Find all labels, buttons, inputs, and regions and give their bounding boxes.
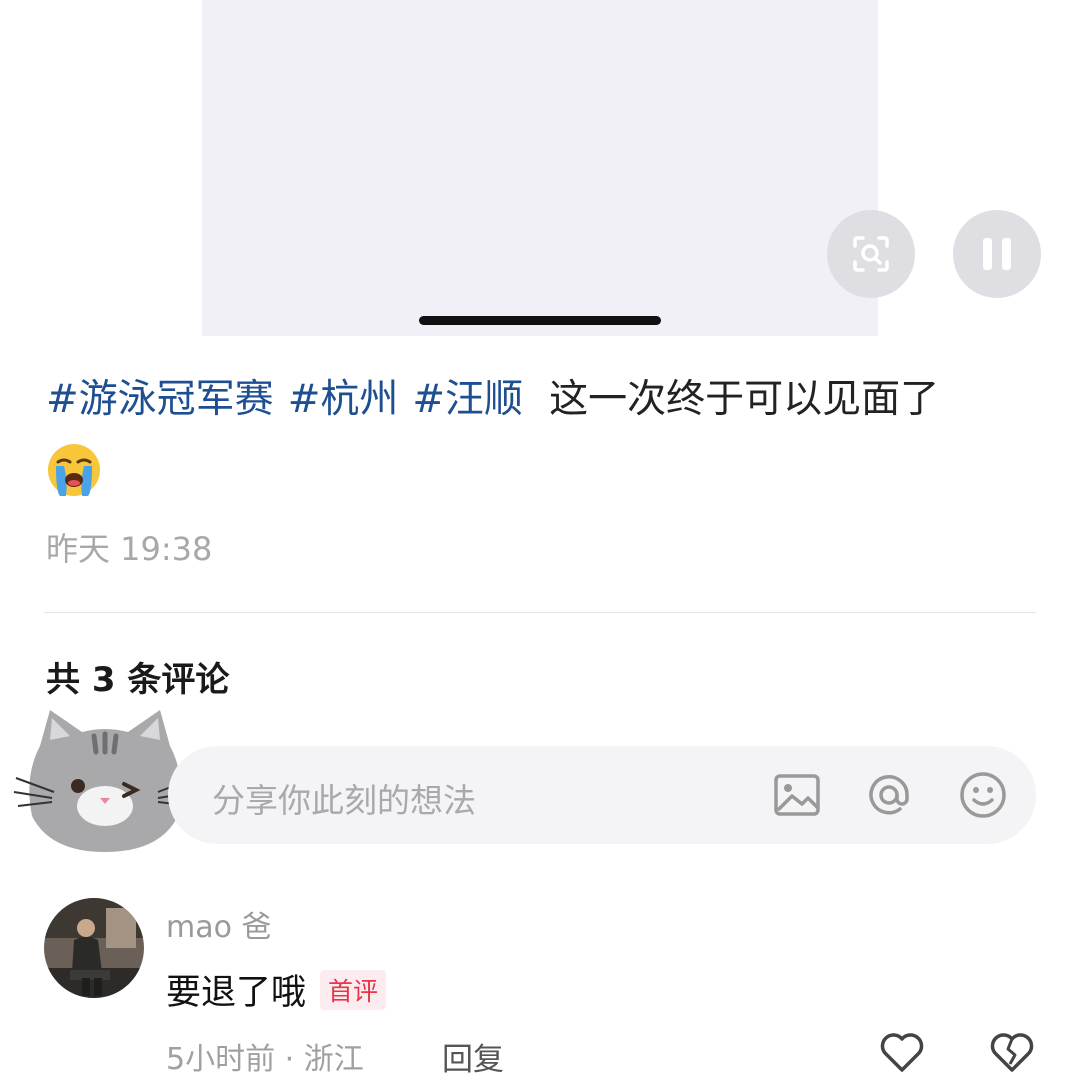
hashtag-link[interactable]: #游泳冠军赛 — [46, 377, 274, 422]
broken-heart-icon[interactable] — [988, 1030, 1036, 1074]
comment-text: 要退了哦 — [166, 973, 307, 1013]
crying-emoji — [46, 442, 1036, 502]
comment-meta: 5小时前 · 浙江 — [166, 1042, 364, 1077]
hashtag-link[interactable]: #汪顺 — [412, 377, 523, 422]
heart-icon[interactable] — [878, 1030, 926, 1074]
home-indicator — [419, 316, 661, 325]
comment-input[interactable]: 分享你此刻的想法 — [168, 746, 1036, 844]
scan-search-icon — [853, 236, 889, 272]
media-preview[interactable] — [202, 0, 878, 336]
image-search-button[interactable] — [827, 210, 915, 298]
divider — [44, 612, 1036, 613]
comment-input-placeholder: 分享你此刻的想法 — [212, 781, 476, 820]
hashtag-link[interactable]: #杭州 — [288, 377, 399, 422]
commenter-avatar[interactable] — [44, 898, 144, 998]
pause-button[interactable] — [953, 210, 1041, 298]
pause-icon — [983, 238, 1011, 270]
commenter-avatar-photo — [44, 898, 144, 998]
comment-count: 共 3 条评论 — [46, 660, 230, 700]
loudly-crying-face-icon — [48, 444, 100, 496]
post-timestamp: 昨天 19:38 — [46, 530, 213, 568]
image-icon[interactable] — [772, 770, 822, 820]
first-comment-badge: 首评 — [320, 969, 387, 1010]
caption-text: 这一次终于可以见面了 — [549, 377, 940, 422]
comment-body: 要退了哦 首评 — [166, 964, 387, 1015]
reply-button[interactable]: 回复 — [442, 1034, 504, 1079]
comment-username[interactable]: mao 爸 — [166, 902, 272, 946]
at-icon[interactable] — [864, 770, 914, 820]
smile-icon[interactable] — [958, 770, 1008, 820]
post-caption: #游泳冠军赛 #杭州 #汪顺 这一次终于可以见面了 — [46, 372, 1036, 502]
